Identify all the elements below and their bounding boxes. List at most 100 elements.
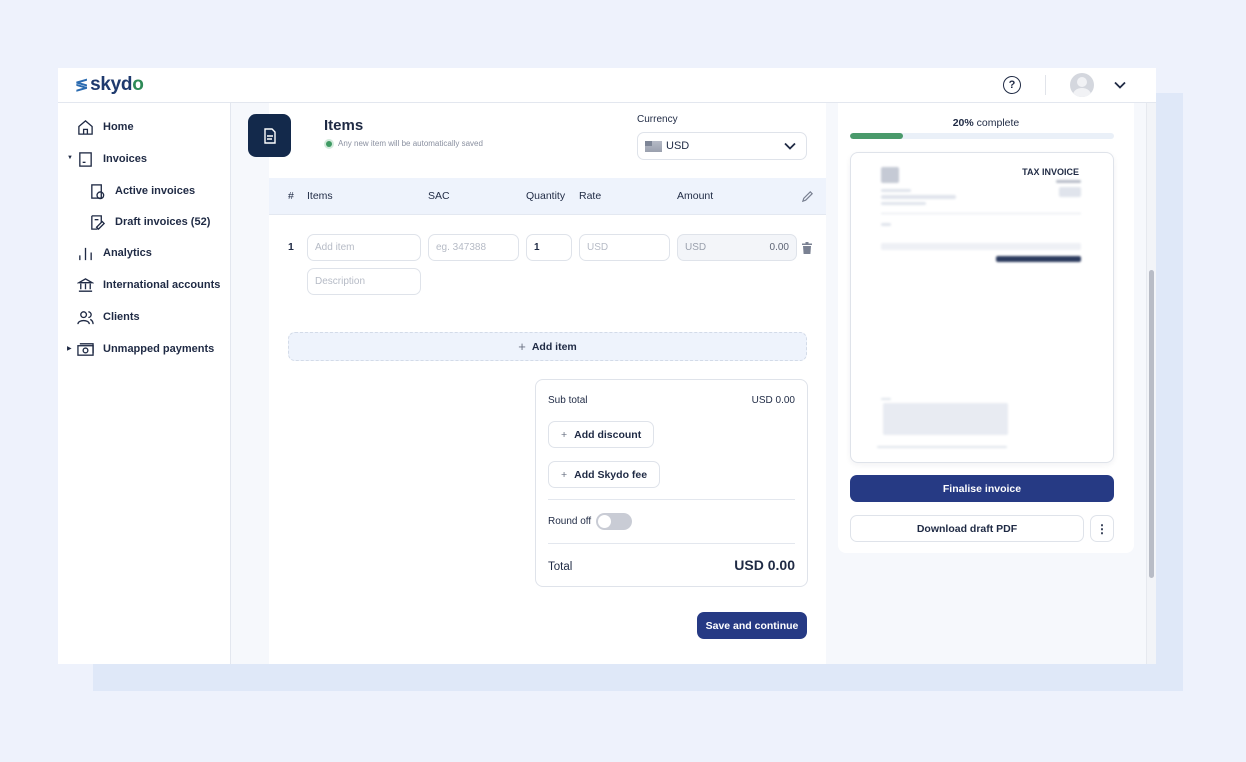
- bank-icon: [76, 276, 94, 294]
- summary-card: Sub total USD 0.00 + Add discount + Add …: [535, 379, 808, 587]
- preview-text: [881, 398, 891, 400]
- description-input[interactable]: [307, 268, 421, 295]
- sidebar-item-invoices[interactable]: Invoices: [76, 150, 147, 168]
- logo-mark-icon: ≶: [75, 77, 89, 94]
- currency-select[interactable]: USD: [637, 132, 807, 160]
- download-draft-pdf-button[interactable]: Download draft PDF: [850, 515, 1084, 542]
- pencil-icon[interactable]: [801, 190, 814, 206]
- items-table-header: # Items SAC Quantity Rate Amount: [269, 178, 826, 215]
- preview-text: [1056, 180, 1081, 183]
- chevron-down-icon: [784, 142, 796, 150]
- round-off-toggle[interactable]: [596, 513, 633, 530]
- preview-text: [881, 189, 911, 192]
- logo-text: skydo: [90, 74, 144, 95]
- divider: [548, 543, 795, 544]
- column-number: #: [288, 190, 294, 202]
- column-sac: SAC: [428, 190, 450, 202]
- add-skydo-fee-button[interactable]: + Add Skydo fee: [548, 461, 661, 488]
- total-row: Total USD 0.00: [548, 557, 795, 573]
- sidebar-item-active-invoices[interactable]: Active invoices: [88, 182, 195, 200]
- sidebar-item-analytics[interactable]: Analytics: [76, 244, 152, 262]
- progress-fill: [850, 133, 903, 139]
- item-name-input[interactable]: [307, 234, 421, 261]
- column-quantity: Quantity: [526, 190, 566, 202]
- currency-label: Currency: [637, 114, 678, 125]
- more-options-icon[interactable]: ⋮: [1090, 515, 1114, 542]
- sidebar-item-label: Active invoices: [115, 185, 196, 197]
- document-badge: [248, 114, 291, 157]
- sidebar-item-label: Draft invoices (52): [115, 216, 211, 228]
- us-flag-icon: [645, 140, 662, 152]
- sac-input[interactable]: [428, 234, 519, 261]
- divider: [1045, 75, 1046, 95]
- sidebar-item-label: Analytics: [103, 247, 152, 259]
- document-icon: [263, 127, 276, 144]
- scrollbar[interactable]: [1146, 103, 1156, 664]
- sidebar-item-draft-invoices[interactable]: Draft invoices (52): [88, 213, 210, 231]
- draft-invoice-icon: [88, 213, 106, 231]
- quantity-input[interactable]: [526, 234, 572, 261]
- column-items: Items: [307, 190, 333, 202]
- sidebar-item-label: Clients: [103, 311, 140, 323]
- payments-icon: [76, 340, 94, 358]
- skydo-logo[interactable]: ≶ skydo: [75, 74, 144, 96]
- preview-text: [881, 223, 891, 226]
- sidebar-item-label: Unmapped payments: [103, 343, 215, 355]
- sidebar-item-label: Invoices: [103, 153, 148, 165]
- progress-bar: [850, 133, 1114, 139]
- plus-icon: +: [561, 468, 568, 481]
- add-discount-button[interactable]: + Add discount: [548, 421, 655, 448]
- invoice-preview[interactable]: TAX INVOICE: [850, 152, 1114, 463]
- home-icon: [76, 118, 94, 136]
- caret-down-icon[interactable]: ▼: [67, 155, 73, 161]
- preview-text: [881, 195, 956, 199]
- subtotal-value: USD 0.00: [751, 395, 795, 406]
- preview-footer: [877, 446, 1007, 448]
- active-invoice-icon: [88, 182, 106, 200]
- preview-total: [996, 256, 1081, 262]
- caret-right-icon[interactable]: ▶: [67, 345, 72, 352]
- subtotal-row: Sub total USD 0.00: [548, 395, 795, 406]
- sidebar: Home ▼ Invoices Active invoices Draft in…: [58, 103, 231, 664]
- total-value: USD 0.00: [734, 557, 795, 573]
- plus-icon: +: [518, 339, 526, 354]
- clients-icon: [76, 308, 94, 326]
- sidebar-item-unmapped-payments[interactable]: Unmapped payments: [76, 340, 214, 358]
- total-label: Total: [548, 561, 573, 573]
- column-rate: Rate: [579, 190, 602, 202]
- status-dot-icon: [326, 140, 332, 147]
- plus-icon: +: [561, 428, 568, 441]
- top-bar: ≶ skydo ?: [58, 68, 1156, 103]
- save-and-continue-button[interactable]: Save and continue: [697, 612, 807, 639]
- progress-label: 20% complete: [952, 117, 1020, 129]
- invoice-icon: [76, 150, 94, 168]
- sidebar-item-home[interactable]: Home: [76, 118, 134, 136]
- chevron-down-icon[interactable]: [1114, 78, 1126, 92]
- trash-icon[interactable]: [802, 241, 812, 259]
- sidebar-item-clients[interactable]: Clients: [76, 308, 140, 326]
- scrollbar-thumb[interactable]: [1149, 270, 1154, 578]
- preview-text: [881, 202, 926, 205]
- preview-divider: [881, 213, 1081, 214]
- amount-field: USD 0.00: [677, 234, 797, 261]
- finalise-invoice-button[interactable]: Finalise invoice: [850, 475, 1114, 502]
- sidebar-item-international-accounts[interactable]: International accounts: [76, 276, 220, 294]
- preview-bank-details: [883, 403, 1008, 435]
- sidebar-item-label: International accounts: [103, 279, 221, 291]
- help-icon[interactable]: ?: [1003, 76, 1021, 94]
- round-off-row: Round off: [548, 513, 795, 530]
- items-title: Items: [324, 117, 364, 134]
- preview-table-header: [881, 243, 1081, 250]
- app-window: ≶ skydo ? Home ▼ Invoices Active invoice…: [58, 68, 1156, 664]
- add-item-button[interactable]: + Add item: [288, 332, 807, 361]
- subtotal-label: Sub total: [548, 395, 588, 406]
- rate-input[interactable]: [579, 234, 670, 261]
- column-amount: Amount: [677, 190, 714, 202]
- preview-logo: [881, 167, 899, 183]
- avatar[interactable]: [1070, 73, 1094, 97]
- divider: [548, 499, 795, 500]
- preview-title: TAX INVOICE: [1022, 167, 1079, 177]
- analytics-icon: [76, 244, 94, 262]
- round-off-label: Round off: [548, 516, 592, 527]
- autosave-note: Any new item will be automatically saved: [326, 139, 483, 148]
